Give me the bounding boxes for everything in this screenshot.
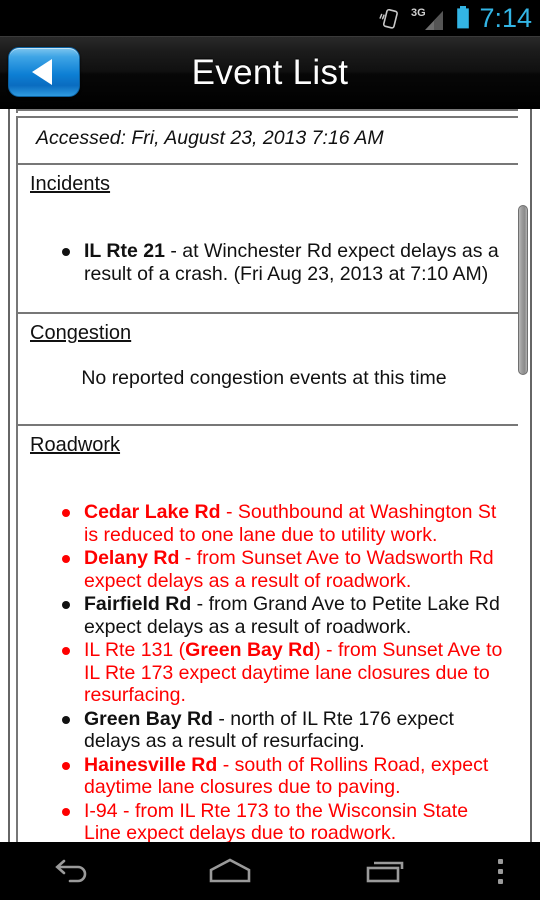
device-screen: 3G 7:14 Event List Accessed: Fri, August… <box>0 0 540 900</box>
page-title: Event List <box>191 52 349 92</box>
svg-text:3G: 3G <box>411 7 426 19</box>
section-heading: Roadwork <box>30 434 121 456</box>
road-name: Green Bay Rd <box>185 639 315 661</box>
section-heading: Incidents <box>30 173 111 195</box>
arrow-back-icon <box>55 859 87 883</box>
road-name: I-94 <box>84 799 118 822</box>
rotation-lock-icon <box>379 8 399 29</box>
section-heading: Congestion <box>30 322 132 344</box>
list-item: IL Rte 131 (Green Bay Rd) - from Sunset … <box>62 639 510 707</box>
section-congestion: Congestion No reported congestion events… <box>16 312 524 426</box>
event-table: Accessed: Fri, August 23, 2013 7:16 AM I… <box>10 109 530 842</box>
list-item: IL Rte 21 - at Winchester Rd expect dela… <box>62 240 510 285</box>
nav-overflow-menu-button[interactable] <box>460 842 540 900</box>
section-incidents: Incidents IL Rte 21 - at Winchester Rd e… <box>16 163 524 314</box>
road-name-prefix: IL Rte 131 ( <box>84 639 186 661</box>
incident-list: IL Rte 21 - at Winchester Rd expect dela… <box>26 240 514 285</box>
road-name: IL Rte 21 <box>84 240 165 262</box>
accessed-label: Accessed: Fri, August 23, 2013 7:16 AM <box>36 127 384 149</box>
list-item: Hainesville Rd - south of Rollins Road, … <box>62 754 510 799</box>
battery-icon <box>457 6 470 29</box>
status-clock: 7:14 <box>479 2 532 33</box>
list-item: I-94 - from IL Rte 173 to the Wisconsin … <box>62 799 510 843</box>
list-item: Delany Rd - from Sunset Ave to Wadsworth… <box>62 547 510 592</box>
section-body: IL Rte 21 - at Winchester Rd expect dela… <box>26 196 514 304</box>
accessed-cell: Accessed: Fri, August 23, 2013 7:16 AM <box>16 116 524 165</box>
road-name: Delany Rd <box>84 547 180 569</box>
section-roadwork: Roadwork Cedar Lake Rd - Southbound at W… <box>16 424 524 842</box>
event-detail: - from IL Rte 173 to the Wisconsin State… <box>84 799 469 843</box>
nav-home-button[interactable] <box>150 842 310 900</box>
road-name: Cedar Lake Rd <box>84 501 221 523</box>
road-name: Fairfield Rd <box>84 593 192 615</box>
list-item: Cedar Lake Rd - Southbound at Washington… <box>62 501 510 546</box>
home-pentagon-icon <box>209 858 251 883</box>
list-item: Fairfield Rd - from Grand Ave to Petite … <box>62 593 510 638</box>
roadwork-list: Cedar Lake Rd - Southbound at Washington… <box>26 501 514 842</box>
back-button[interactable] <box>8 47 80 97</box>
nav-recent-apps-button[interactable] <box>310 842 460 900</box>
clipped-cell-above <box>16 109 524 113</box>
webview-content[interactable]: Accessed: Fri, August 23, 2013 7:16 AM I… <box>0 109 540 842</box>
title-bar: Event List <box>0 36 540 109</box>
vertical-scrollbar[interactable] <box>518 109 528 842</box>
nav-back-button[interactable] <box>0 842 150 900</box>
event-document: Accessed: Fri, August 23, 2013 7:16 AM I… <box>8 109 532 842</box>
recent-apps-icon <box>366 861 404 883</box>
system-navigation-bar <box>0 842 540 900</box>
road-name: Green Bay Rd <box>84 707 213 730</box>
signal-3g-icon: 3G <box>411 7 444 30</box>
list-item: Green Bay Rd - north of IL Rte 176 expec… <box>62 708 510 753</box>
overflow-menu-icon <box>497 858 503 884</box>
empty-message: No reported congestion events at this ti… <box>81 367 447 389</box>
status-icons: 3G <box>379 5 471 31</box>
triangle-left-icon <box>32 59 52 85</box>
status-bar: 3G 7:14 <box>0 0 540 36</box>
section-body: Cedar Lake Rd - Southbound at Washington… <box>26 457 514 842</box>
road-name: Hainesville Rd <box>84 753 218 776</box>
scrollbar-thumb[interactable] <box>518 205 528 375</box>
